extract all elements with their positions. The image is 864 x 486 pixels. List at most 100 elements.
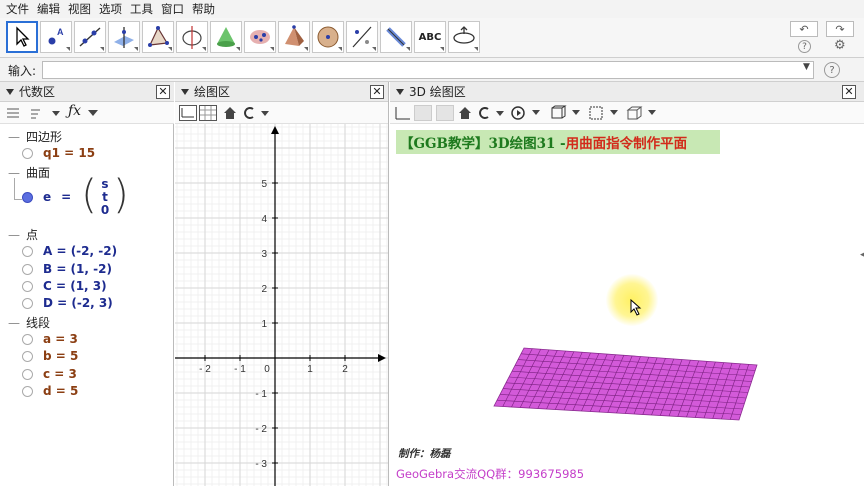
perpendicular-line-tool-button[interactable] [108,21,140,53]
plane-tool-button[interactable] [380,21,412,53]
reflect-tool-button[interactable] [346,21,378,53]
conic-tool-button[interactable] [244,21,276,53]
visibility-toggle[interactable] [22,350,33,362]
x-tick-label: 1 [307,364,313,375]
intersect-surfaces-tool-button[interactable] [210,21,242,53]
visibility-toggle[interactable] [22,280,33,292]
undo-button[interactable]: ↶ [790,21,818,37]
visibility-toggle[interactable] [22,245,33,257]
list-item[interactable]: b = 5 [0,349,78,363]
toolbar: A ABC ↶ ↷ ? ⚙ [0,18,864,58]
text-tool-label: ABC [418,31,442,43]
list-item[interactable]: c = 3 [0,367,77,381]
settings-gear-icon[interactable]: ⚙ [834,38,846,53]
menu-help[interactable]: 帮助 [192,1,215,17]
visibility-toggle[interactable] [22,147,33,159]
input-label: 输入: [8,64,37,78]
x-tick-label: - 1 [234,364,246,375]
sphere-tool-button[interactable] [312,21,344,53]
visibility-toggle[interactable] [22,297,33,309]
menu-window[interactable]: 窗口 [161,1,184,17]
axes-toggle-icon[interactable] [179,105,197,121]
y-tick-label: 1 [261,319,267,330]
function-fx-icon[interactable]: ƒx [68,103,81,119]
y-tick-label: - 2 [255,424,267,435]
algebra-view: 代数区 ✕ ƒx — 四边形 q1 = 15 — 曲面 e = ( s t 0 ) … [0,82,174,486]
menu-tools[interactable]: 工具 [130,1,153,17]
collapse-triangle-icon[interactable] [6,88,14,95]
visibility-toggle[interactable] [22,385,33,397]
y-tick-label: 2 [261,284,267,295]
input-help-icon[interactable]: ? [824,62,840,78]
input-bar: 输入: ▼ ? [0,58,864,82]
vector-right-paren: ) [113,172,129,218]
y-tick-label: 5 [261,179,267,190]
redo-button[interactable]: ↷ [826,21,854,37]
algebra-toolbar: ƒx [0,102,174,124]
arrow-cursor-icon [16,26,30,47]
input-dropdown-icon[interactable]: ▼ [803,62,810,72]
x-tick-label: 2 [342,364,348,375]
toolbar-help-icon[interactable]: ? [798,40,811,53]
surface-face [493,347,758,421]
polygon-tool-button[interactable] [142,21,174,53]
point-capture-icon[interactable] [241,106,271,120]
list-item[interactable]: a = 3 [0,332,78,346]
point-tool-button[interactable]: A [40,21,72,53]
x-tick-label: - 2 [199,364,211,375]
menu-view[interactable]: 视图 [68,1,91,17]
graphics-close-icon[interactable]: ✕ [370,85,384,99]
visibility-toggle[interactable] [22,368,33,380]
category-segment[interactable]: — 线段 [0,314,50,331]
y-tick-label: - 1 [255,389,267,400]
menu-options[interactable]: 选项 [99,1,122,17]
y-tick-label: 4 [261,214,267,225]
algebra-view-title: 代数区 [19,85,56,99]
move-tool-button[interactable] [6,21,38,53]
algebra-view-header: 代数区 ✕ [0,82,174,102]
sort-icon[interactable] [30,106,60,120]
visibility-toggle[interactable] [22,333,33,345]
algebra-close-icon[interactable]: ✕ [156,85,170,99]
vector-left-paren: ( [81,172,97,218]
vector-components: s t 0 [100,176,110,217]
home-icon[interactable] [223,106,237,120]
side-handle-icon[interactable]: ◂ [860,250,864,264]
menu-bar: 文件 编辑 视图 选项 工具 窗口 帮助 [0,0,864,18]
list-item[interactable]: B = (1, -2) [0,262,112,276]
surface-plane[interactable] [390,82,864,486]
x-tick-label: 0 [264,364,270,375]
graphics-toolbar [175,102,388,124]
fx-dropdown-icon[interactable] [88,110,98,116]
x-axis-arrow-icon [378,354,386,362]
graphics-canvas[interactable]: - 2- 101254321- 1- 2- 3- 4 [175,124,388,486]
text-tool-button[interactable]: ABC [414,21,446,53]
collapse-triangle-icon[interactable] [181,88,189,95]
list-item[interactable]: e = ( s t 0 ) [0,174,129,220]
line-tool-button[interactable] [74,21,106,53]
circle-axis-tool-button[interactable] [176,21,208,53]
list-item[interactable]: D = (-2, 3) [0,296,113,310]
menu-edit[interactable]: 编辑 [37,1,60,17]
graphics-3d-view: 3D 绘图区 ✕ 【GGB教学】3D绘图31 - 用曲面指令制作平面 制作：杨磊… [390,82,864,486]
graphics-view: 绘图区 ✕ - 2- 101254321- 1- 2- 3- 4 [175,82,389,486]
visibility-toggle[interactable] [22,263,33,275]
y-tick-label: 3 [261,249,267,260]
menu-file[interactable]: 文件 [6,1,29,17]
input-field[interactable] [42,61,814,79]
list-item[interactable]: A = (-2, -2) [0,244,117,258]
qq-group-text: GeoGebra交流QQ群：993675985 [396,467,585,481]
list-item[interactable]: q1 = 15 [0,146,95,160]
grid-toggle-icon[interactable] [199,105,217,121]
pyramid-tool-button[interactable] [278,21,310,53]
category-quadrilateral[interactable]: — 四边形 [0,128,62,145]
rotate-view-tool-button[interactable] [448,21,480,53]
list-item[interactable]: d = 5 [0,384,78,398]
credit-text: 制作：杨磊 [398,448,451,460]
svg-text:A: A [57,27,64,37]
y-tick-label: - 3 [255,459,267,470]
list-view-icon[interactable] [6,106,20,120]
visibility-toggle[interactable] [22,191,33,203]
list-item[interactable]: C = (1, 3) [0,279,107,293]
category-point[interactable]: — 点 [0,226,38,243]
